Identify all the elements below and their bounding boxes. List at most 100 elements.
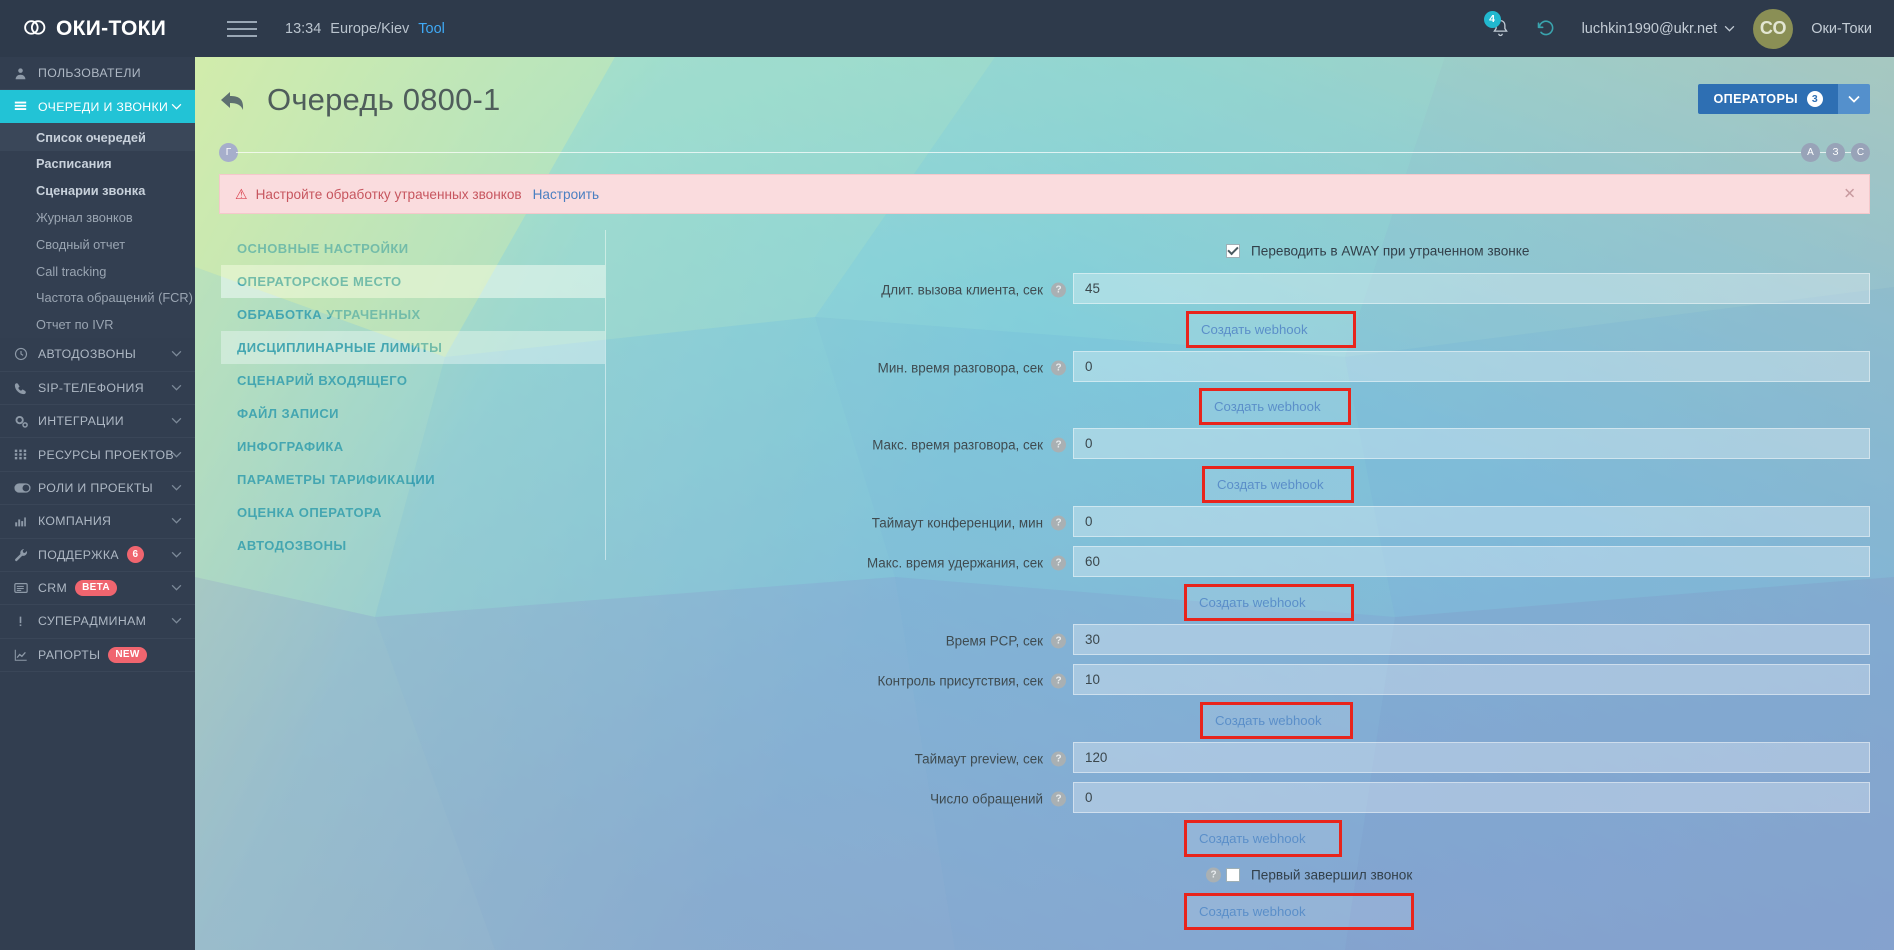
alert-action-link[interactable]: Настроить	[533, 187, 599, 202]
current-time: 13:34	[285, 20, 322, 37]
operators-dropdown-toggle[interactable]	[1838, 84, 1870, 114]
sidebar-item-queue-list[interactable]: Список очередей	[0, 123, 195, 151]
help-icon[interactable]: ?	[1206, 867, 1221, 882]
tool-link[interactable]: Tool	[418, 21, 445, 37]
min-talk-time-input[interactable]: 0	[1073, 350, 1870, 382]
sidebar-item-sip-telephony[interactable]: SIP-ТЕЛЕФОНИЯ	[0, 372, 195, 405]
call-duration-input[interactable]: 45	[1073, 273, 1870, 304]
sidebar-item-crm[interactable]: CRM BETA	[0, 572, 195, 606]
help-icon[interactable]: ?	[1051, 360, 1066, 376]
help-icon[interactable]: ?	[1051, 515, 1066, 531]
sidebar-item-integrations[interactable]: ИНТЕГРАЦИИ	[0, 405, 195, 439]
tab-basic-settings[interactable]: ОСНОВНЫЕ НАСТРОЙКИ	[221, 232, 605, 265]
hamburger-icon[interactable]	[227, 16, 261, 42]
chip-z[interactable]: З	[1826, 143, 1845, 162]
field-label: Макс. время удержания, сек	[866, 555, 1043, 571]
tab-infographics[interactable]: ИНФОГРАФИКА	[221, 430, 605, 463]
tab-lost-calls-handling[interactable]: ОБРАБОТКА УТРАЧЕННЫХ	[221, 298, 605, 331]
help-icon[interactable]: ?	[1051, 633, 1066, 649]
max-talk-time-input[interactable]: 0	[1073, 428, 1870, 459]
webhook-row-5: Создать webhook	[606, 701, 1894, 739]
create-webhook-link[interactable]: Создать webhook	[1202, 465, 1354, 503]
webhook-row-1: Создать webhook	[606, 310, 1894, 348]
away-checkbox[interactable]	[1226, 244, 1240, 258]
create-webhook-link[interactable]: Создать webhook	[1184, 892, 1414, 930]
list-icon	[14, 100, 38, 113]
pcp-time-input[interactable]: 30	[1073, 623, 1870, 655]
help-icon[interactable]: ?	[1051, 751, 1066, 767]
close-icon[interactable]: ✕	[1843, 187, 1856, 202]
create-webhook-link[interactable]: Создать webhook	[1186, 310, 1356, 348]
sidebar[interactable]: ПОЛЬЗОВАТЕЛИ ОЧЕРЕДИ И ЗВОНКИ Список оче…	[0, 57, 195, 950]
sidebar-item-reports[interactable]: РАПОРТЫ NEW	[0, 639, 195, 673]
create-webhook-link[interactable]: Создать webhook	[1200, 701, 1353, 739]
brand[interactable]: ОКИ-ТОКИ	[0, 0, 235, 57]
sidebar-item-label: ПОДДЕРЖКА	[38, 547, 119, 562]
create-webhook-link[interactable]: Создать webhook	[1199, 388, 1351, 425]
main-content: Очередь 0800-1 ОПЕРАТОРЫ 3 Г А З С ⚠ Нас…	[195, 57, 1894, 950]
chevron-down-icon	[171, 348, 182, 360]
field-label: Длит. вызова клиента, сек	[881, 282, 1043, 298]
sidebar-item-call-scenarios[interactable]: Сценарии звонка	[0, 177, 195, 205]
field-row-preview-timeout: Таймаут preview, сек ? 120	[606, 739, 1894, 780]
tab-tariff-params[interactable]: ПАРАМЕТРЫ ТАРИФИКАЦИИ	[221, 463, 605, 496]
sidebar-item-call-tracking[interactable]: Call tracking	[0, 257, 195, 285]
help-icon[interactable]: ?	[1051, 555, 1066, 571]
sidebar-item-ivr-report[interactable]: Отчет по IVR	[0, 311, 195, 339]
max-hold-time-input[interactable]: 60	[1073, 546, 1870, 577]
conference-timeout-input[interactable]: 0	[1073, 505, 1870, 537]
preview-timeout-input[interactable]: 120	[1073, 741, 1870, 773]
history-button[interactable]	[1524, 0, 1568, 57]
sidebar-item-schedules[interactable]: Расписания	[0, 150, 195, 178]
create-webhook-link[interactable]: Создать webhook	[1184, 819, 1342, 857]
sidebar-item-label: ИНТЕГРАЦИИ	[38, 414, 124, 429]
sidebar-item-support[interactable]: ПОДДЕРЖКА 6	[0, 539, 195, 572]
crm-beta-badge: BETA	[75, 580, 117, 597]
avatar[interactable]: СО	[1753, 8, 1794, 49]
help-icon[interactable]: ?	[1051, 282, 1066, 298]
field-label: Время PCP, сек	[945, 633, 1043, 649]
field-label: Таймаут preview, сек	[914, 751, 1043, 767]
history-icon	[1537, 19, 1553, 35]
sidebar-item-users[interactable]: ПОЛЬЗОВАТЕЛИ	[0, 57, 195, 91]
tab-disciplinary-limits[interactable]: ДИСЦИПЛИНАРНЫЕ ЛИМИТЫ	[221, 331, 605, 364]
chip-a[interactable]: А	[1801, 143, 1820, 162]
toggle-icon	[14, 482, 38, 494]
tab-label: ПАРАМЕТРЫ ТАРИФИКАЦИИ	[237, 472, 436, 487]
topbar-right: 4 luchkin1990@ukr.net СО Оки-Токи	[1478, 0, 1894, 57]
sidebar-item-summary-report[interactable]: Сводный отчет	[0, 230, 195, 258]
brand-name: ОКИ-ТОКИ	[56, 16, 167, 40]
first-hangup-checkbox[interactable]	[1226, 867, 1240, 882]
help-icon[interactable]: ?	[1051, 673, 1066, 689]
first-hangup-label: Первый завершил звонок	[1251, 867, 1413, 882]
tab-autodial[interactable]: АВТОДОЗВОНЫ	[221, 529, 605, 562]
operators-button[interactable]: ОПЕРАТОРЫ 3	[1698, 84, 1838, 114]
sidebar-item-roles-and-projects[interactable]: РОЛИ И ПРОЕКТЫ	[0, 472, 195, 506]
sidebar-item-queues-and-calls[interactable]: ОЧЕРЕДИ И ЗВОНКИ	[0, 90, 195, 124]
help-icon[interactable]: ?	[1051, 437, 1066, 453]
sidebar-item-fcr[interactable]: Частота обращений (FCR)	[0, 284, 195, 312]
tab-incoming-scenario[interactable]: СЦЕНАРИЙ ВХОДЯЩЕГО	[221, 364, 605, 397]
app-root: ОКИ-ТОКИ 13:34 Europe/Kiev Tool 4 luchki…	[0, 0, 1894, 950]
tab-operator-workplace[interactable]: ОПЕРАТОРСКОЕ МЕСТО	[221, 265, 605, 298]
tab-record-file[interactable]: ФАЙЛ ЗАПИСИ	[221, 397, 605, 430]
subnav-label: Сценарии звонка	[36, 183, 146, 199]
contacts-count-input[interactable]: 0	[1073, 782, 1870, 813]
create-webhook-link[interactable]: Создать webhook	[1184, 583, 1354, 621]
bar-chart-icon	[14, 515, 38, 528]
notifications-button[interactable]: 4	[1478, 0, 1524, 57]
sidebar-item-autodial[interactable]: АВТОДОЗВОНЫ	[0, 338, 195, 372]
tab-label: ОБРАБОТКА УТРАЧЕННЫХ	[237, 307, 421, 322]
clock-icon	[14, 347, 38, 361]
sidebar-item-company[interactable]: КОМПАНИЯ	[0, 505, 195, 539]
presence-control-input[interactable]: 10	[1073, 664, 1870, 695]
field-row-conference-timeout: Таймаут конференции, мин ? 0	[606, 503, 1894, 544]
sidebar-item-superadmins[interactable]: СУПЕРАДМИНАМ	[0, 605, 195, 639]
back-arrow-icon[interactable]	[217, 84, 249, 116]
sidebar-item-project-resources[interactable]: РЕСУРСЫ ПРОЕКТОВ	[0, 438, 195, 472]
chip-s[interactable]: С	[1851, 143, 1870, 162]
user-menu[interactable]: luchkin1990@ukr.net	[1582, 21, 1736, 37]
help-icon[interactable]: ?	[1051, 791, 1066, 807]
tab-operator-rating[interactable]: ОЦЕНКА ОПЕРАТОРА	[221, 496, 605, 529]
sidebar-item-call-log[interactable]: Журнал звонков	[0, 204, 195, 231]
